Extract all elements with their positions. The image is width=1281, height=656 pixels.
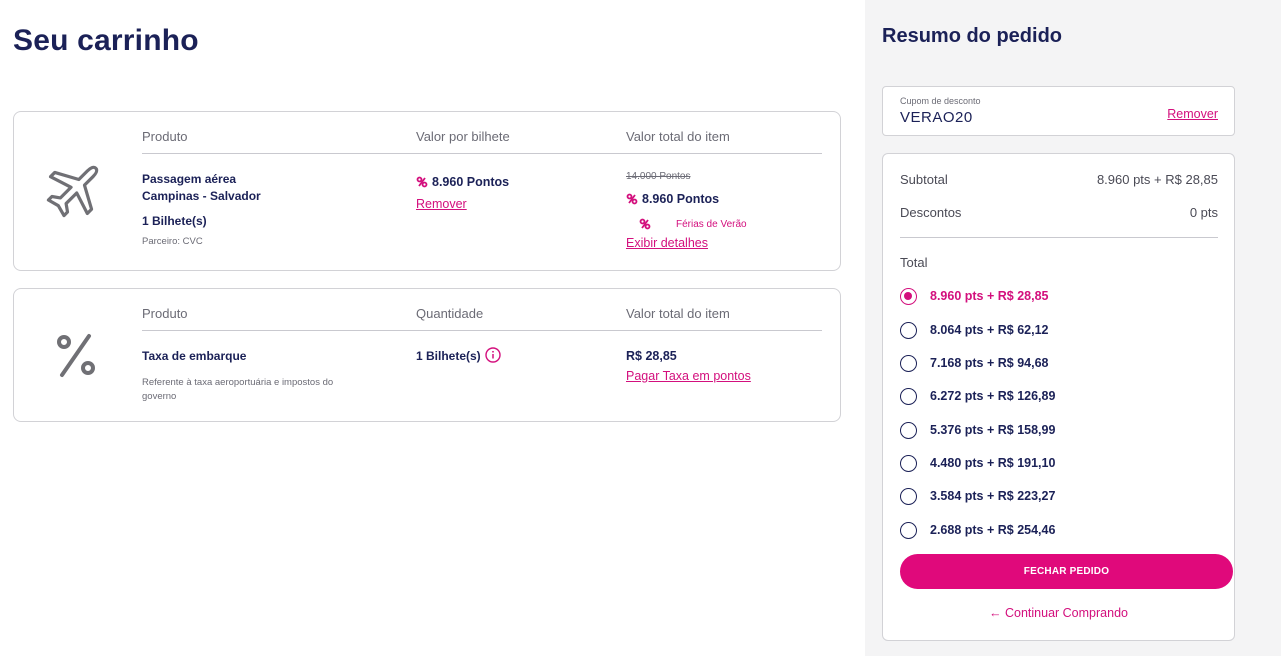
payment-option-label: 8.064 pts + R$ 62,12 [930,323,1049,337]
payment-option[interactable]: 8.064 pts + R$ 62,12 [900,320,1048,340]
payment-option[interactable]: 5.376 pts + R$ 158,99 [900,420,1055,440]
payment-option-label: 2.688 pts + R$ 254,46 [930,523,1056,537]
points-icon [626,193,638,205]
summary-box: Subtotal 8.960 pts + R$ 28,85 Descontos … [882,153,1235,641]
product-route: Campinas - Salvador [142,189,261,203]
cart-item-flight: Produto Valor por bilhete Valor total do… [13,111,841,271]
radio-button[interactable] [900,487,917,505]
ticket-count: 1 Bilhete(s) [142,214,207,228]
column-header-quantity: Quantidade [416,306,484,321]
payment-option[interactable]: 2.688 pts + R$ 254,46 [900,520,1055,540]
column-header-product: Produto [142,306,188,321]
info-icon[interactable] [485,347,501,363]
payment-option[interactable]: 8.960 pts + R$ 28,85 [900,286,1048,306]
payment-option[interactable]: 3.584 pts + R$ 223,27 [900,486,1055,506]
header-divider [142,330,822,331]
column-header-total-value: Valor total do item [626,306,730,321]
remove-coupon-link[interactable]: Remover [1167,107,1218,121]
radio-button[interactable] [900,421,917,439]
continue-shopping-link[interactable]: ← Continuar Comprando [883,606,1234,620]
payment-option-label: 3.584 pts + R$ 223,27 [930,489,1056,503]
checkout-button[interactable]: FECHAR PEDIDO [900,554,1233,589]
pay-fee-with-points-link[interactable]: Pagar Taxa em pontos [626,369,751,383]
arrow-left-icon: ← [989,606,1002,620]
radio-button[interactable] [900,321,917,339]
payment-option[interactable]: 4.480 pts + R$ 191,10 [900,453,1055,473]
payment-option[interactable]: 7.168 pts + R$ 94,68 [900,353,1048,373]
radio-button[interactable] [900,387,917,405]
unit-points-value: 8.960 Pontos [432,175,510,189]
subtotal-value: 8.960 pts + R$ 28,85 [1096,172,1218,187]
payment-option-label: 5.376 pts + R$ 158,99 [930,423,1056,437]
payment-option-label: 8.960 pts + R$ 28,85 [930,289,1049,303]
product-name: Taxa de embarque [142,349,247,363]
quantity-value: 1 Bilhete(s) [416,349,481,363]
partner-label: Parceiro: CVC [142,236,203,247]
subtotal-label: Subtotal [900,172,948,187]
original-points: 14.000 Pontos [626,171,691,182]
show-details-link[interactable]: Exibir detalhes [626,236,708,250]
remove-item-link[interactable]: Remover [416,197,467,211]
discount-label: Descontos [900,205,962,220]
order-summary-panel: Resumo do pedido Cupom de desconto VERAO… [865,0,1281,656]
airplane-icon [46,165,99,218]
cart-main: Seu carrinho Produto Valor por bilhete V… [0,0,865,656]
total-label: Total [900,255,928,270]
product-description-line2: governo [142,391,177,402]
unit-points: 8.960 Pontos [416,175,509,189]
product-name: Passagem aérea [142,172,237,186]
percent-icon [57,334,95,377]
payment-option-label: 6.272 pts + R$ 126,89 [930,389,1056,403]
summary-title: Resumo do pedido [882,25,1062,47]
page-title: Seu carrinho [13,24,199,57]
radio-button[interactable] [900,521,917,539]
column-header-product: Produto [142,129,188,144]
radio-button[interactable] [900,454,917,472]
promo-label: Férias de Verão [676,219,747,230]
radio-button-selected[interactable] [900,287,917,305]
payment-option-label: 7.168 pts + R$ 94,68 [930,356,1049,370]
total-points: 8.960 Pontos [626,192,719,206]
coupon-code: VERAO20 [900,109,973,126]
payment-option-label: 4.480 pts + R$ 191,10 [930,456,1056,470]
promo-icon [639,218,651,230]
fee-total: R$ 28,85 [626,349,677,363]
points-icon [416,176,428,188]
header-divider [142,153,822,154]
coupon-box: Cupom de desconto VERAO20 Remover [882,86,1235,136]
total-points-value: 8.960 Pontos [642,192,720,206]
coupon-label: Cupom de desconto [900,96,981,106]
summary-divider [900,237,1218,238]
product-description-line1: Referente à taxa aeroportuária e imposto… [142,377,334,388]
column-header-unit-value: Valor por bilhete [416,129,510,144]
column-header-total-value: Valor total do item [626,129,730,144]
continue-shopping-label: Continuar Comprando [1004,606,1128,620]
cart-item-boarding-fee: Produto Quantidade Valor total do item T… [13,288,841,422]
discount-value: 0 pts [1189,205,1218,220]
radio-button[interactable] [900,354,917,372]
payment-option[interactable]: 6.272 pts + R$ 126,89 [900,386,1055,406]
